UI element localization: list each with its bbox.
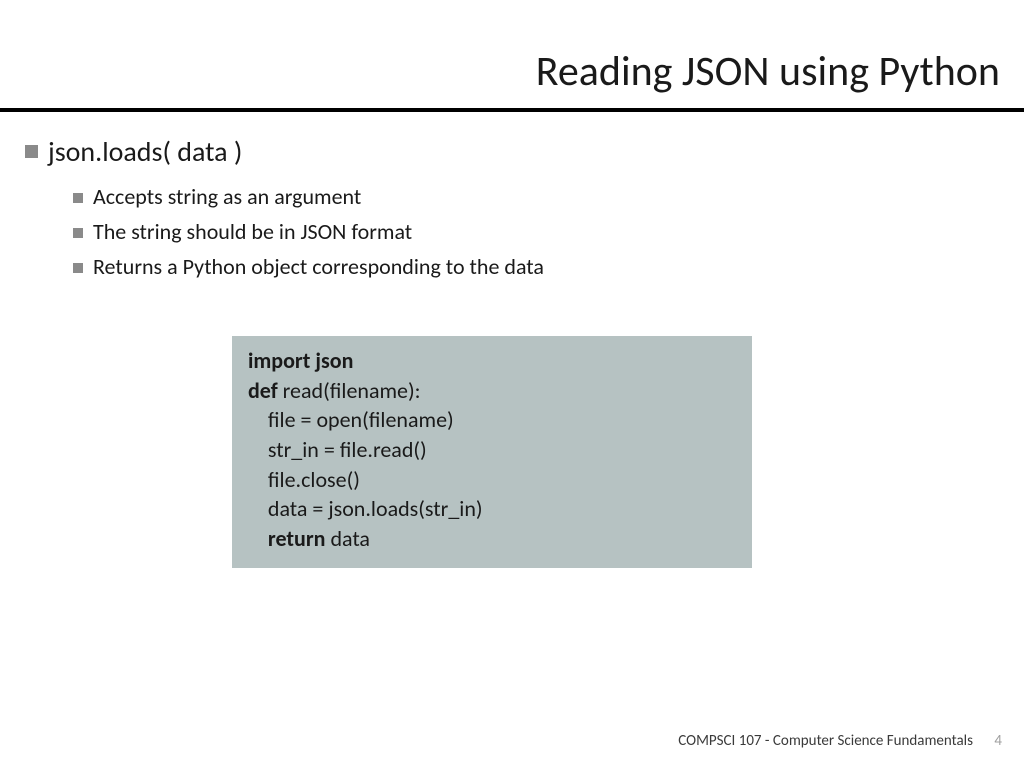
page-number: 4 (994, 732, 1002, 750)
slide-footer: COMPSCI 107 - Computer Science Fundament… (678, 732, 1002, 750)
content-area: json.loads( data ) Accepts string as an … (25, 134, 999, 288)
bullet-marker-icon (73, 263, 83, 273)
bullet-level2: Returns a Python object corresponding to… (73, 253, 999, 280)
bullet-text: The string should be in JSON format (93, 218, 412, 245)
code-line: file = open(filename) (248, 405, 736, 435)
bullet-marker-icon (73, 193, 83, 203)
code-line: return data (248, 524, 736, 554)
bullet-text: json.loads( data ) (48, 134, 242, 169)
bullet-marker-icon (25, 145, 38, 158)
code-line: def read(filename): (248, 376, 736, 406)
sub-bullet-list: Accepts string as an argument The string… (73, 183, 999, 280)
code-line: data = json.loads(str_in) (248, 494, 736, 524)
footer-course-text: COMPSCI 107 - Computer Science Fundament… (678, 732, 973, 750)
bullet-level2: The string should be in JSON format (73, 218, 999, 245)
slide-title: Reading JSON using Python (536, 46, 1000, 97)
title-underline (0, 108, 1024, 112)
bullet-text: Accepts string as an argument (93, 183, 361, 210)
bullet-level2: Accepts string as an argument (73, 183, 999, 210)
code-block: import json def read(filename): file = o… (232, 336, 752, 568)
bullet-marker-icon (73, 228, 83, 238)
code-line: import json (248, 346, 736, 376)
bullet-text: Returns a Python object corresponding to… (93, 253, 544, 280)
code-line: str_in = file.read() (248, 435, 736, 465)
code-line: file.close() (248, 465, 736, 495)
bullet-level1: json.loads( data ) (25, 134, 999, 169)
